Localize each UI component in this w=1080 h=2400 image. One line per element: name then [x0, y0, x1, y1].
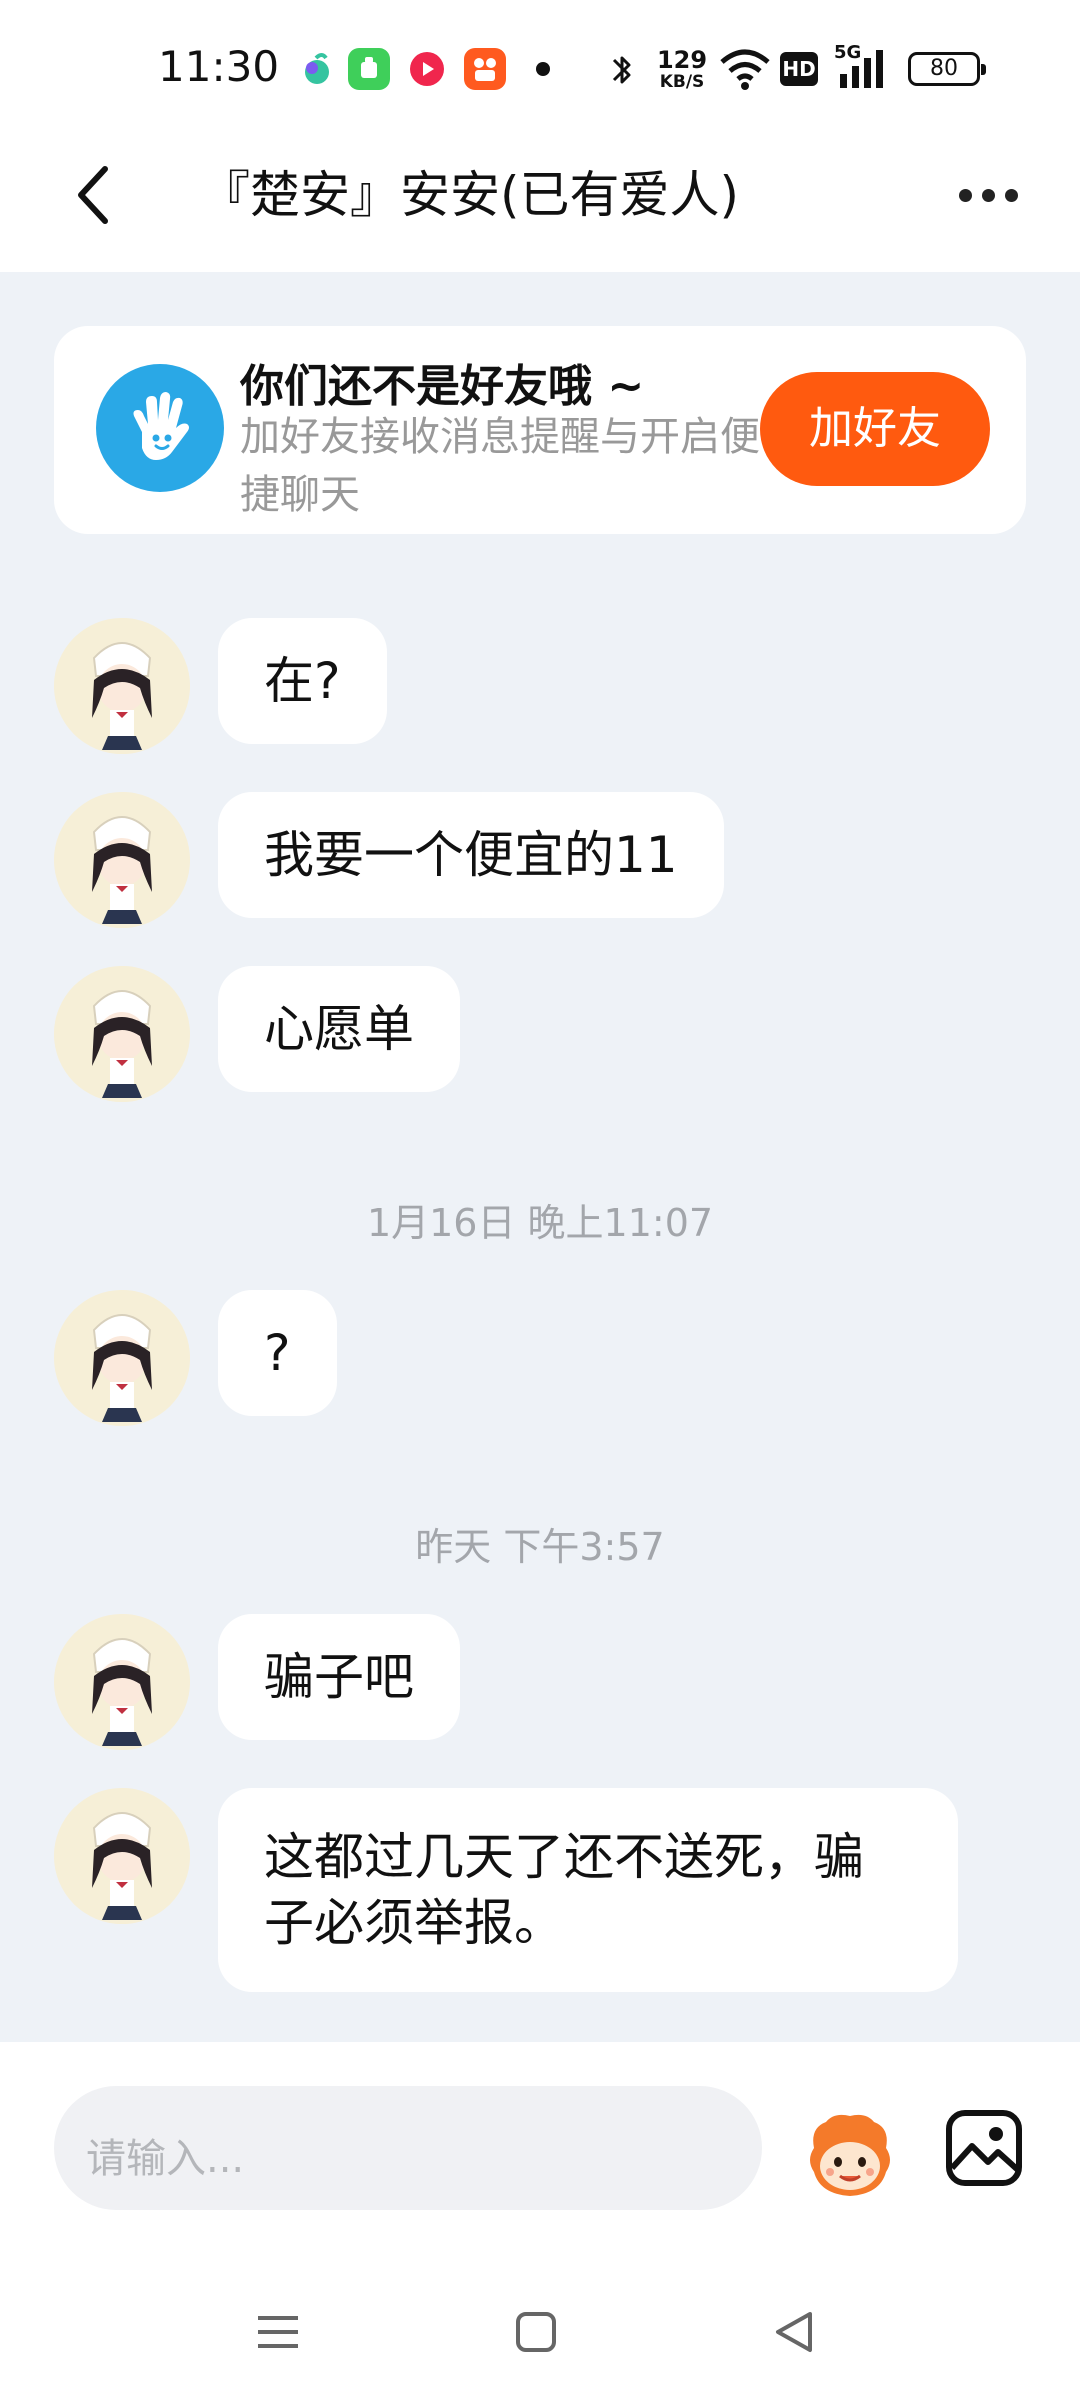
- mascot-emoji-icon: [810, 2114, 890, 2196]
- network-speed-unit: KB/S: [659, 72, 705, 92]
- back-nav-button[interactable]: [764, 2302, 824, 2362]
- message-input[interactable]: 请输入...: [54, 2086, 762, 2210]
- battery-icon: 80: [908, 52, 986, 86]
- emoji-button[interactable]: [800, 2108, 900, 2208]
- chat-screen: 11:30 129 KB/S HD 5G 80 『楚安』安安(已有爱人) 你们还…: [0, 0, 1080, 2400]
- avatar[interactable]: [54, 1788, 190, 1924]
- avatar[interactable]: [54, 792, 190, 928]
- hd-icon: HD: [780, 52, 818, 86]
- message-input-placeholder: 请输入...: [86, 2136, 245, 2182]
- home-nav-button[interactable]: [506, 2302, 566, 2362]
- triangle-back-icon: [776, 2312, 812, 2352]
- banner-title: 你们还不是好友哦 ~: [240, 361, 645, 412]
- more-options-button[interactable]: [948, 155, 1028, 235]
- chat-title: 『楚安』安安(已有爱人): [200, 166, 740, 224]
- app-notification-icon: [296, 48, 338, 90]
- network-speed: 129 KB/S: [656, 48, 708, 91]
- app-notification-icon: [464, 48, 506, 90]
- system-nav-bar: [0, 2262, 1080, 2400]
- banner-subtitle: 加好友接收消息提醒与开启便捷聊天: [240, 414, 760, 518]
- add-friend-banner: 你们还不是好友哦 ~ 加好友接收消息提醒与开启便捷聊天 加好友: [54, 326, 1026, 534]
- notification-dot: [536, 62, 550, 76]
- back-button[interactable]: [60, 155, 130, 235]
- message-timestamp: 1月16日 晚上11:07: [366, 1201, 714, 1245]
- image-button[interactable]: [944, 2108, 1024, 2188]
- more-dot: [981, 188, 995, 202]
- signal-icon: [838, 50, 890, 90]
- avatar[interactable]: [54, 618, 190, 754]
- message-bubble[interactable]: 在?: [218, 618, 387, 744]
- chevron-left-icon: [78, 166, 108, 224]
- message-bubble[interactable]: 我要一个便宜的11: [218, 792, 724, 918]
- message-bubble[interactable]: ?: [218, 1290, 337, 1416]
- status-bar: 11:30 129 KB/S HD 5G 80: [0, 0, 1080, 130]
- avatar[interactable]: [54, 966, 190, 1102]
- chat-header: 『楚安』安安(已有爱人): [0, 130, 1080, 272]
- bluetooth-icon: [610, 50, 634, 90]
- more-dot: [958, 188, 972, 202]
- menu-icon: [258, 2316, 298, 2348]
- message-bubble[interactable]: 心愿单: [218, 966, 460, 1092]
- app-notification-icon: [348, 48, 390, 90]
- add-friend-button[interactable]: 加好友: [760, 372, 990, 486]
- more-dot: [1004, 188, 1018, 202]
- message-bubble[interactable]: 骗子吧: [218, 1614, 460, 1740]
- hand-wave-icon: [96, 364, 224, 492]
- message-timestamp: 昨天 下午3:57: [415, 1525, 665, 1569]
- status-time: 11:30: [158, 42, 280, 91]
- avatar[interactable]: [54, 1614, 190, 1750]
- menu-nav-button[interactable]: [248, 2302, 308, 2362]
- image-icon: [946, 2110, 1022, 2186]
- wifi-icon: [718, 46, 772, 90]
- message-bubble[interactable]: 这都过几天了还不送死，骗子必须举报。: [218, 1788, 958, 1992]
- network-speed-value: 129: [656, 46, 708, 74]
- square-icon: [516, 2312, 556, 2352]
- avatar[interactable]: [54, 1290, 190, 1426]
- app-notification-icon: [406, 48, 448, 90]
